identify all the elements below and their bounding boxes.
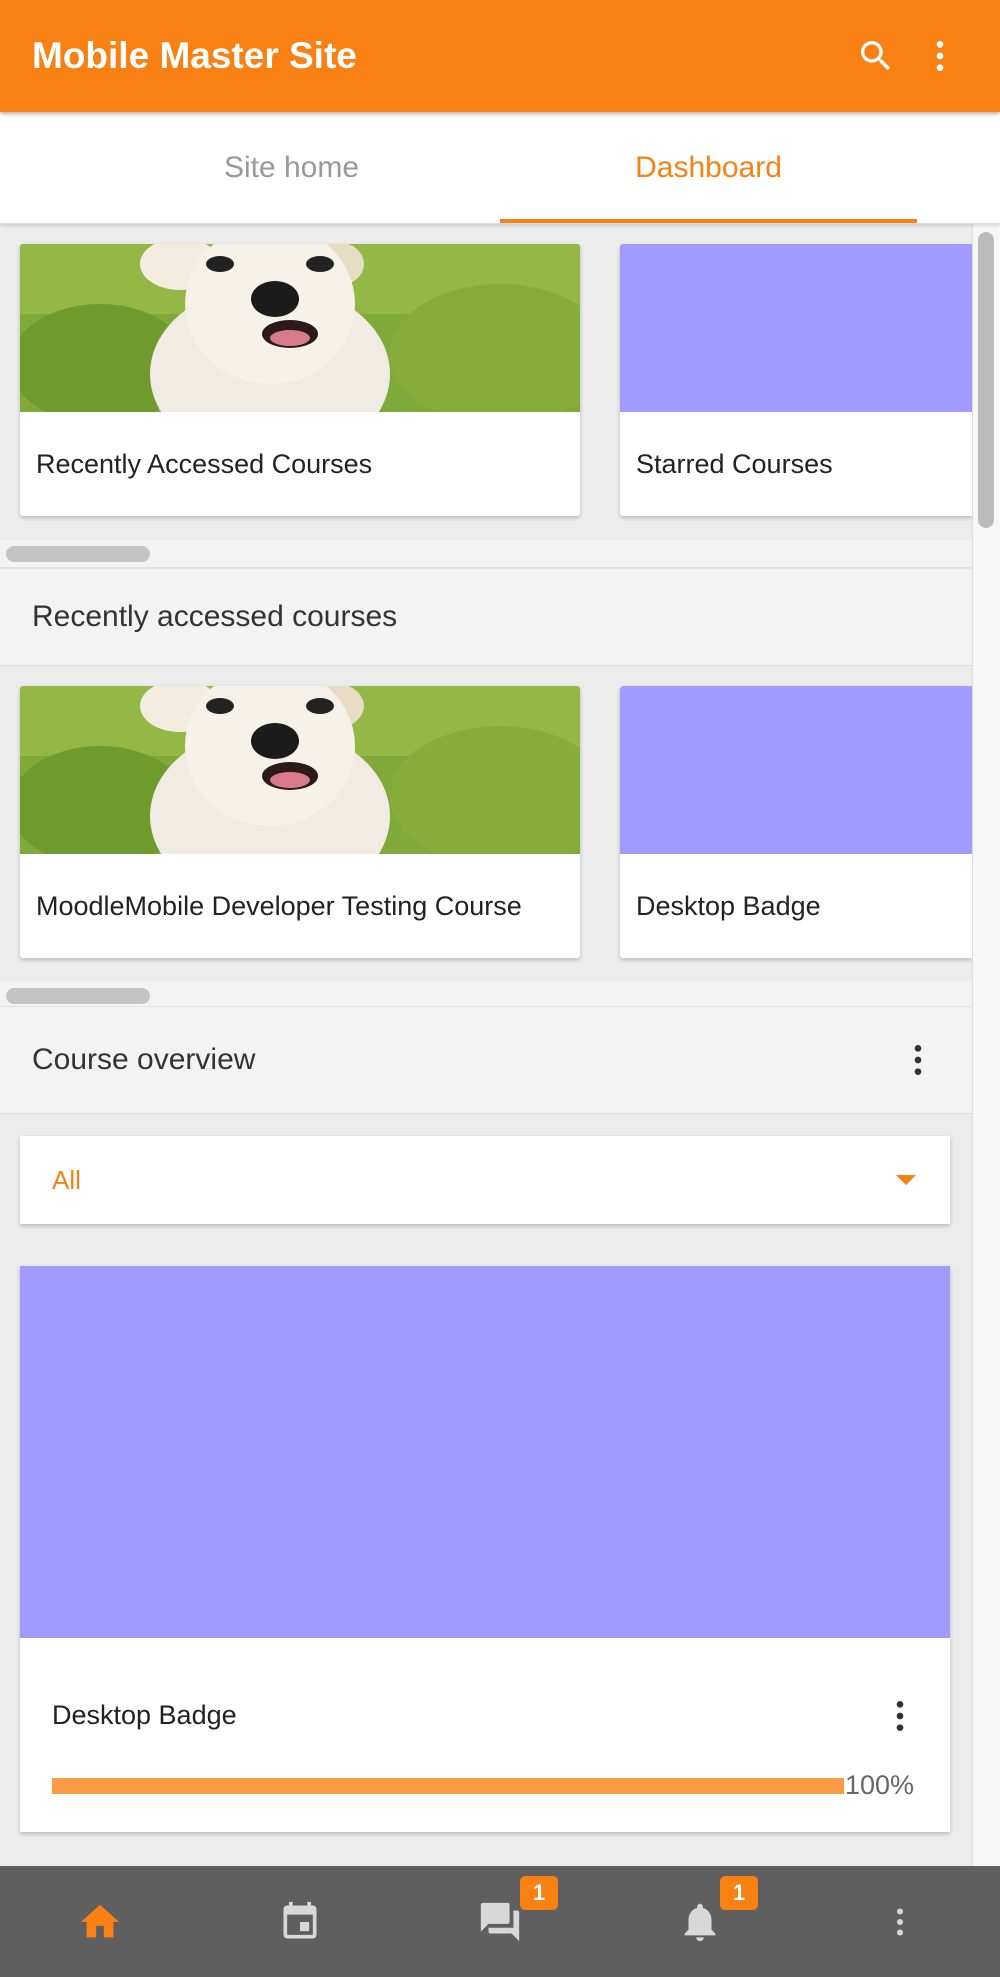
notifications-badge: 1 xyxy=(720,1876,758,1910)
filter-value: All xyxy=(52,1164,81,1195)
nav-more[interactable] xyxy=(800,1866,1000,1977)
course-menu-button[interactable] xyxy=(878,1688,922,1744)
nav-home[interactable] xyxy=(0,1866,200,1977)
purple-placeholder xyxy=(620,244,972,412)
messages-icon xyxy=(480,1902,520,1941)
starred-courses-card[interactable]: Starred Courses xyxy=(620,244,972,516)
puppy-photo xyxy=(20,244,580,412)
progress-percent: 100% xyxy=(844,1770,914,1800)
section-title: Recently accessed courses xyxy=(32,600,398,633)
vertical-scrollbar-thumb[interactable] xyxy=(978,232,994,528)
course-name[interactable]: Desktop Badge xyxy=(52,1700,237,1731)
tab-site-home[interactable]: Site home xyxy=(83,112,500,223)
course-overview-menu-button[interactable] xyxy=(888,1030,948,1090)
progress-fill xyxy=(52,1778,844,1794)
course-overview-card[interactable]: Desktop Badge 100% xyxy=(20,1266,950,1832)
course-filter-select[interactable]: All xyxy=(20,1136,950,1224)
search-button[interactable] xyxy=(848,28,904,84)
card-label: Recently Accessed Courses xyxy=(36,448,373,479)
messages-badge: 1 xyxy=(520,1876,558,1910)
course-card-desktop-badge[interactable]: Desktop Badge xyxy=(620,686,972,958)
more-vertical-icon xyxy=(914,1045,922,1075)
section-title: Course overview xyxy=(32,1043,256,1076)
purple-placeholder xyxy=(620,686,972,854)
tab-bar: Site home Dashboard xyxy=(0,112,1000,224)
card-label: MoodleMobile Developer Testing Course xyxy=(36,890,522,921)
dashboard-content[interactable]: Recently Accessed Courses Starred Course… xyxy=(0,224,972,1866)
puppy-photo xyxy=(20,686,580,854)
course-image xyxy=(20,1266,950,1638)
recent-courses-header: Recently accessed courses xyxy=(0,568,972,666)
course-progress-bar xyxy=(52,1778,844,1794)
search-icon xyxy=(861,41,891,71)
home-icon xyxy=(80,1904,120,1937)
app-title: Mobile Master Site xyxy=(32,35,357,76)
more-vertical-icon xyxy=(936,41,944,71)
caret-down-icon xyxy=(896,1175,916,1185)
nav-calendar[interactable] xyxy=(200,1866,400,1977)
recent-courses-row[interactable]: MoodleMobile Developer Testing Course De… xyxy=(0,666,972,982)
nav-messages[interactable]: 1 xyxy=(400,1866,600,1977)
scrollbar-thumb[interactable] xyxy=(6,988,150,1004)
header-more-button[interactable] xyxy=(912,28,968,84)
more-vertical-icon xyxy=(896,1701,904,1731)
scrollbar-thumb[interactable] xyxy=(6,546,150,562)
card-label: Starred Courses xyxy=(636,448,833,479)
horizontal-scrollbar[interactable] xyxy=(0,540,972,568)
card-label: Desktop Badge xyxy=(636,890,821,921)
nav-notifications[interactable]: 1 xyxy=(600,1866,800,1977)
recently-accessed-courses-card[interactable]: Recently Accessed Courses xyxy=(20,244,580,516)
notifications-bell-icon xyxy=(684,1903,716,1941)
bottom-nav: 1 1 xyxy=(0,1866,1000,1977)
calendar-icon xyxy=(283,1901,317,1938)
tab-dashboard[interactable]: Dashboard xyxy=(500,112,917,223)
course-card-moodlemobile[interactable]: MoodleMobile Developer Testing Course xyxy=(20,686,580,958)
block-cards-row[interactable]: Recently Accessed Courses Starred Course… xyxy=(0,224,972,540)
app-header: Mobile Master Site xyxy=(0,0,1000,112)
course-overview-header: Course overview xyxy=(0,1006,972,1114)
more-vertical-icon xyxy=(897,1908,903,1935)
